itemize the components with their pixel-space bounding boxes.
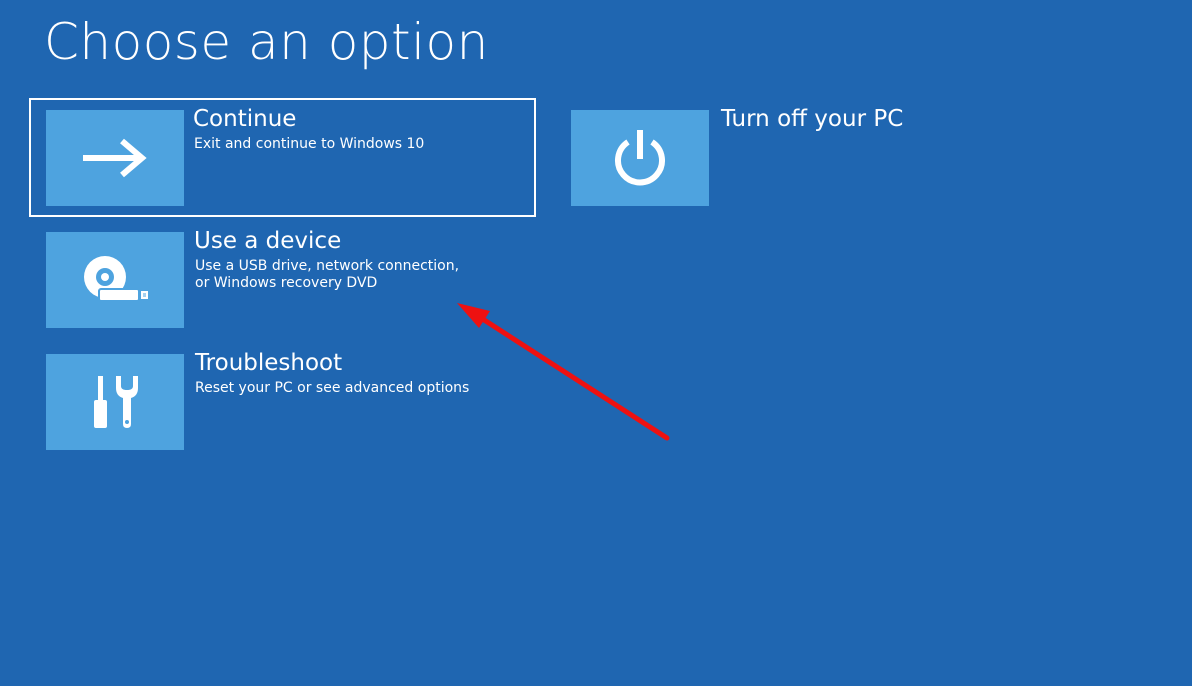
continue-description: Exit and continue to Windows 10	[194, 136, 424, 153]
arrow-right-icon	[83, 138, 147, 178]
troubleshoot-description: Reset your PC or see advanced options	[195, 380, 469, 397]
troubleshoot-tile[interactable]	[46, 354, 184, 450]
tools-icon	[94, 376, 138, 428]
use-device-description-line-1: Use a USB drive, network connection,	[195, 258, 460, 274]
continue-description-line: Exit and continue to Windows 10	[194, 136, 425, 152]
use-device-description: Use a USB drive, network connection, or …	[195, 258, 459, 292]
power-icon	[615, 130, 665, 186]
option-troubleshoot[interactable]: Troubleshoot Reset your PC or see advanc…	[31, 344, 534, 459]
troubleshoot-description-line: Reset your PC or see advanced options	[195, 380, 470, 396]
use-device-tile[interactable]	[46, 232, 184, 328]
continue-tile[interactable]	[46, 110, 184, 206]
use-device-title: Use a device	[194, 228, 342, 254]
turn-off-title: Turn off your PC	[721, 106, 904, 132]
disc-drive-icon	[84, 256, 148, 302]
turn-off-tile[interactable]	[571, 110, 709, 206]
option-continue[interactable]: Continue Exit and continue to Windows 10	[29, 98, 536, 217]
page-title: Choose an option	[44, 13, 489, 71]
continue-title: Continue	[193, 106, 297, 132]
troubleshoot-title: Troubleshoot	[195, 350, 343, 376]
option-turn-off[interactable]: Turn off your PC	[556, 100, 976, 215]
option-use-device[interactable]: Use a device Use a USB drive, network co…	[31, 222, 534, 337]
use-device-description-line-2: or Windows recovery DVD	[195, 275, 378, 291]
